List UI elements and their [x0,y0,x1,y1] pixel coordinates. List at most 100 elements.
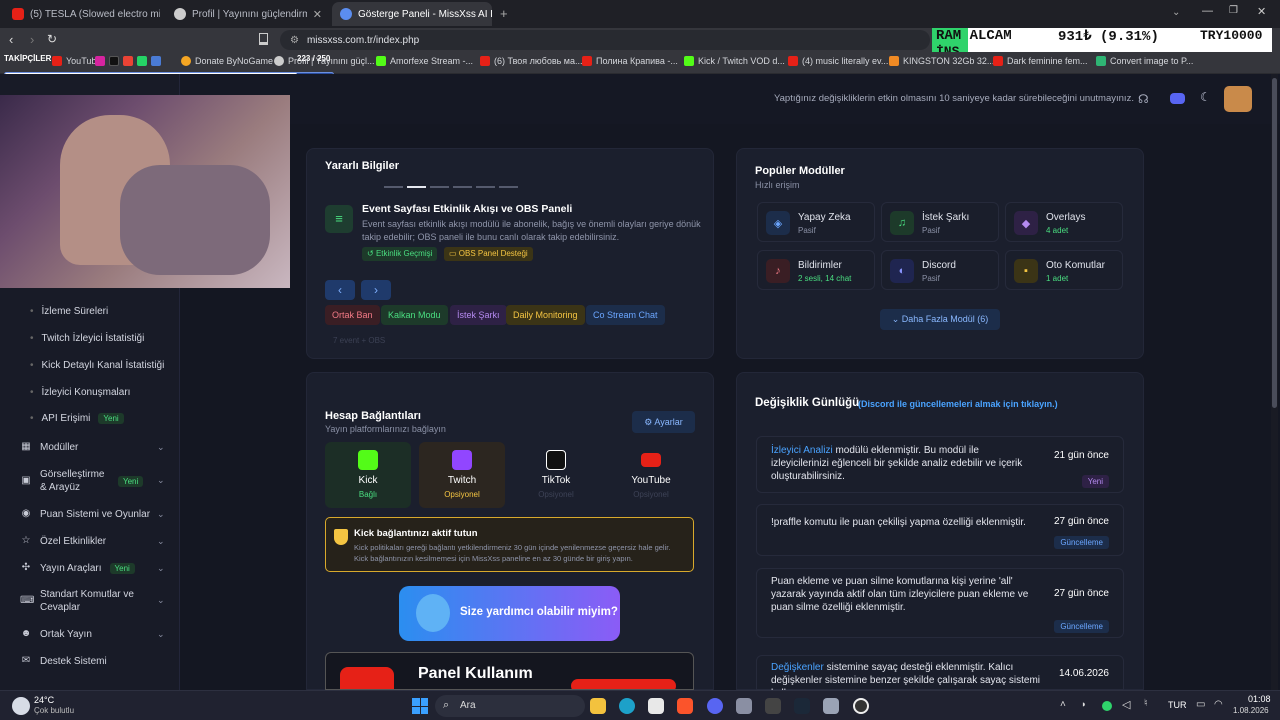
carousel-prev-button[interactable]: ‹ [325,280,355,300]
sidebar-item-modules[interactable]: Modüller [40,442,78,453]
chevron-down-icon[interactable]: ⌄ [157,442,165,453]
display-icon[interactable]: ▭ [1196,699,1205,710]
chevron-down-icon[interactable]: ⌄ [157,595,165,606]
brave-icon[interactable] [677,698,693,714]
carousel-dots[interactable] [384,186,518,188]
module-overlays[interactable]: ◆ Overlays 4 adet [1005,202,1123,242]
new-tab-button[interactable]: + [500,6,508,21]
platform-tiktok[interactable]: TikTok Opsiyonel [513,442,599,508]
sidebar-item-api[interactable]: API Erişimi [42,413,91,424]
carousel-next-button[interactable]: › [361,280,391,300]
platform-twitch[interactable]: Twitch Opsiyonel [419,442,505,508]
sidebar-item-watch-time[interactable]: İzleme Süreleri [42,306,109,317]
carousel-dot[interactable] [407,186,426,188]
sidebar-item-kick-stats[interactable]: Kick Detaylı Kanal İstatistiği [42,360,165,371]
bookmark-item[interactable]: (4) music literally ev... [802,56,888,66]
sidebar-item-viewer-chats[interactable]: İzleyici Konuşmaları [42,387,131,398]
tab-youtube[interactable]: (5) TESLA (Slowed electro mix) - [4,2,160,26]
url-field[interactable]: ⚙ missxss.com.tr/index.php [280,30,930,50]
sidebar-item-events[interactable]: Özel Etkinlikler [40,536,106,547]
headset-icon[interactable]: ☊ [1138,92,1149,106]
carousel-dot[interactable] [453,186,472,188]
gmail-icon[interactable] [123,56,133,66]
chevron-down-icon[interactable]: ⌄ [157,629,165,640]
module-song-request[interactable]: ♫ İstek Şarkı Pasif [881,202,999,242]
more-modules-button[interactable]: ⌄ Daha Fazla Modül (6) [880,309,1000,330]
instagram-icon[interactable] [95,56,105,66]
chip-daily-monitoring[interactable]: Daily Monitoring [506,305,585,325]
weather-icon[interactable] [12,697,30,715]
module-auto-commands[interactable]: ▪ Oto Komutlar 1 adet [1005,250,1123,290]
platform-kick[interactable]: Kick Bağlı [325,442,411,508]
carousel-dot[interactable] [476,186,495,188]
sidebar-item-support[interactable]: Destek Sistemi [40,656,107,667]
chip-shared-ban[interactable]: Ortak Ban [325,305,380,325]
windows-start-icon[interactable] [412,698,428,714]
sidebar-item-points[interactable]: Puan Sistemi ve Oyunlar [40,509,150,520]
bookmark-item[interactable]: Amorfexe Stream -... [390,56,473,66]
bookmark-item[interactable]: Profil | Yayınını güçl... [288,56,375,66]
avatar[interactable] [1224,86,1252,112]
sidebar-item-visuals[interactable]: Görselleştirme & Arayüz [40,468,110,494]
video-thumbnail[interactable]: Panel Kullanım [325,652,694,690]
microphone-icon[interactable]: ♮ [1144,698,1148,709]
chevron-down-icon[interactable]: ⌄ [157,509,165,520]
language-indicator[interactable]: TUR [1168,700,1187,710]
scrollbar-thumb[interactable] [1272,78,1277,408]
close-icon[interactable]: ✕ [313,8,322,21]
bookmark-item[interactable]: Kick / Twitch VOD d... [698,56,785,66]
back-icon[interactable]: ‹ [9,32,13,47]
carousel-dot[interactable] [384,186,403,188]
maximize-button[interactable]: ❐ [1229,5,1238,16]
help-button[interactable]: Size yardımcı olabilir miyim? [399,586,620,641]
chip-shield-mode[interactable]: Kalkan Modu [381,305,448,325]
theme-toggle-icon[interactable]: ☾ [1200,90,1211,104]
module-ai[interactable]: ◈ Yapay Zeka Pasif [757,202,875,242]
discord-icon[interactable] [707,698,723,714]
obs-icon[interactable] [853,698,869,714]
close-window-button[interactable]: ✕ [1257,5,1266,18]
tab-list-icon[interactable]: ⌄ [1172,7,1180,18]
site-info-icon[interactable]: ⚙ [290,35,299,46]
settings-button[interactable]: ⚙ Ayarlar [632,411,695,433]
file-explorer-icon[interactable] [590,698,606,714]
bookmark-item[interactable]: KINGSTON 32Gb 32... [903,56,994,66]
steam-icon[interactable] [794,698,810,714]
settings-app-icon[interactable] [736,698,752,714]
chevron-down-icon[interactable]: ⌄ [157,475,165,486]
bookmark-icon[interactable] [259,33,268,45]
translate-icon[interactable] [151,56,161,66]
search-box[interactable]: ⌕ Ara [435,695,585,717]
highlight-link[interactable]: İzleyici Analizi [771,445,833,456]
tiktok-icon[interactable] [109,56,119,66]
bookmark-item[interactable]: (6) Твоя любовь ма... [494,56,583,66]
carousel-dot[interactable] [430,186,449,188]
edge-icon[interactable] [619,698,635,714]
sidebar-item-commands[interactable]: Standart Komutlar ve Cevaplar [40,588,140,614]
capcut-icon[interactable] [765,698,781,714]
highlight-link[interactable]: Değişkenler [771,662,824,673]
volume-icon[interactable]: ◁ [1122,698,1130,711]
platform-youtube[interactable]: YouTube Opsiyonel [608,442,694,508]
notepad-icon[interactable] [823,698,839,714]
page-scrollbar[interactable] [1271,74,1278,690]
tray-status-icon[interactable] [1102,701,1112,711]
tray-expand-icon[interactable]: ˄ [1060,699,1066,710]
chevron-down-icon[interactable]: ⌄ [157,536,165,547]
module-notifications[interactable]: ♪ Bildirimler 2 sesli, 14 chat [757,250,875,290]
discord-link[interactable]: (Discord ile güncellemeleri almak için t… [858,399,1058,409]
bookmark-item[interactable]: Dark feminine fem... [1007,56,1088,66]
tab-kick-profile[interactable]: Profil | Yayınını güçlendirmek için ✕ [166,2,330,26]
bookmark-item[interactable]: Convert image to P... [1110,56,1193,66]
chip-co-stream-chat[interactable]: Co Stream Chat [586,305,665,325]
bookmark-item[interactable]: Donate ByNoGame [195,56,273,66]
reload-icon[interactable]: ↻ [47,32,57,46]
chevron-down-icon[interactable]: ⌄ [157,563,165,574]
module-discord[interactable]: ◐ Discord Pasif [881,250,999,290]
discord-icon[interactable] [1170,93,1185,104]
tab-dashboard[interactable]: Gösterge Paneli - MissXss AI Bot ✕ [332,2,492,26]
minimize-button[interactable]: — [1202,5,1213,17]
sidebar-item-stream-tools[interactable]: Yayın Araçları [40,563,102,574]
bookmark-item[interactable]: Полина Крапива -... [596,56,678,66]
forward-icon[interactable]: › [30,32,34,47]
